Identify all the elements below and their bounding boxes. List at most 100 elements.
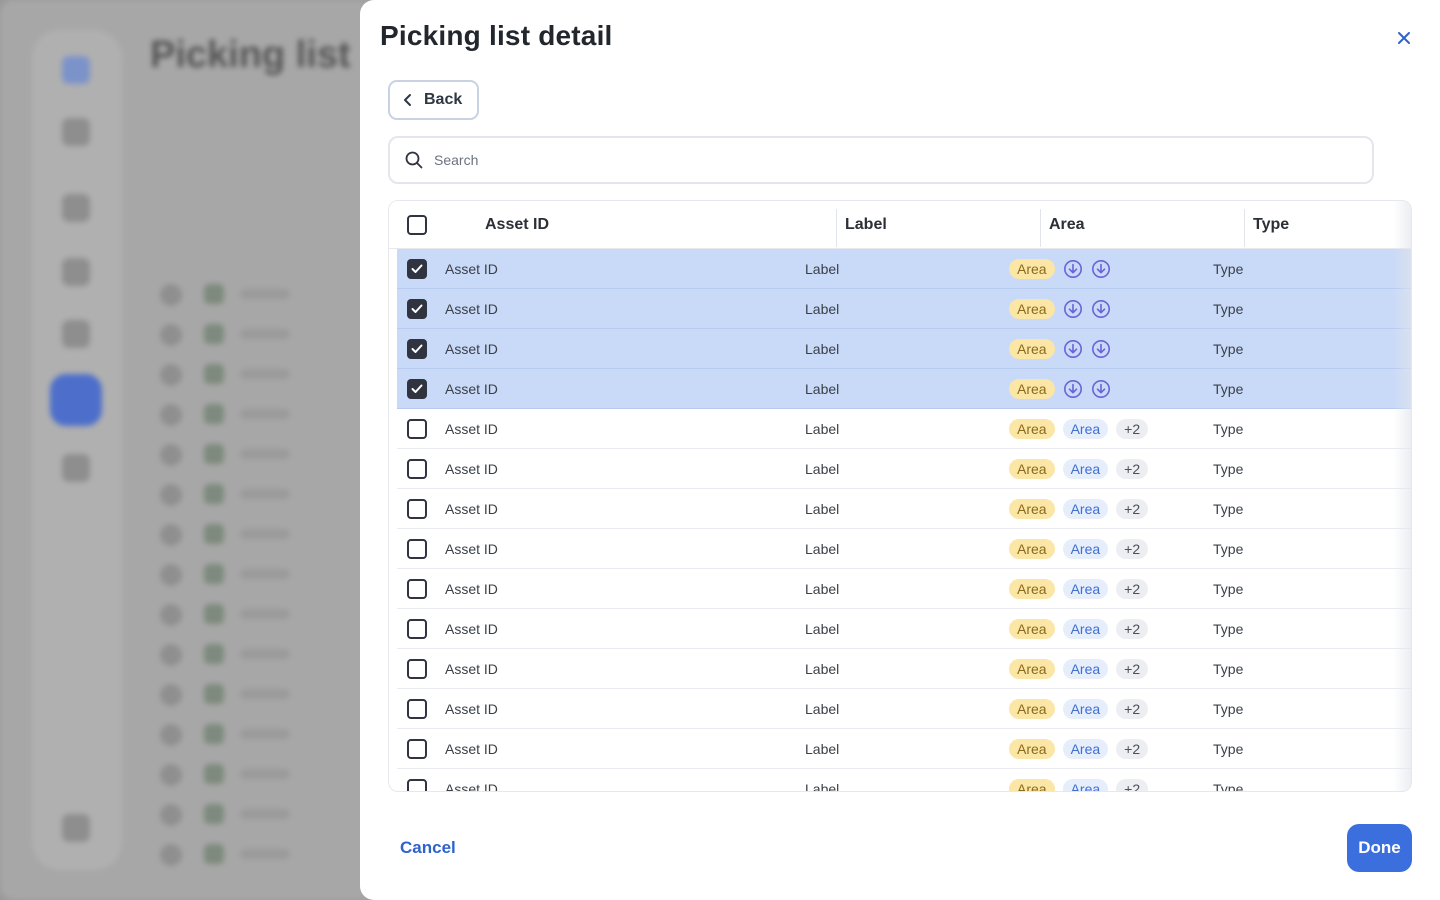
cell-area: Area Area +2: [1009, 449, 1149, 489]
modal-title: Picking list detail: [380, 20, 613, 51]
area-chip: Area: [1009, 579, 1055, 599]
table-row[interactable]: Asset ID Label Area Area +2 Type: [397, 409, 1411, 449]
cell-type: Type: [1213, 301, 1244, 317]
area-chip: Area: [1062, 779, 1109, 791]
search-input[interactable]: [434, 152, 1334, 168]
area-chip: Area: [1009, 379, 1055, 399]
select-all-checkbox[interactable]: [407, 215, 427, 235]
arrow-down-circle-icon[interactable]: [1063, 299, 1083, 319]
row-checkbox[interactable]: [407, 739, 427, 759]
area-chip: Area: [1009, 299, 1055, 319]
row-checkbox[interactable]: [407, 259, 427, 279]
more-areas-chip[interactable]: +2: [1116, 699, 1149, 719]
arrow-down-circle-icon[interactable]: [1063, 379, 1083, 399]
column-divider[interactable]: [836, 209, 837, 247]
row-select-cell: [407, 689, 427, 729]
cell-asset-id: Asset ID: [445, 581, 498, 597]
more-areas-chip[interactable]: +2: [1116, 499, 1149, 519]
cell-area: Area Area +2: [1009, 689, 1149, 729]
background-sidebar: [32, 30, 122, 870]
arrow-down-circle-icon[interactable]: [1091, 379, 1111, 399]
more-areas-chip[interactable]: +2: [1116, 779, 1149, 791]
more-areas-chip[interactable]: +2: [1116, 619, 1149, 639]
row-checkbox[interactable]: [407, 699, 427, 719]
arrow-down-circle-icon[interactable]: [1091, 259, 1111, 279]
column-header-label[interactable]: Label: [845, 201, 887, 249]
close-icon: [1398, 32, 1410, 44]
row-checkbox[interactable]: [407, 579, 427, 599]
cell-asset-id: Asset ID: [445, 421, 498, 437]
row-checkbox[interactable]: [407, 619, 427, 639]
asset-table: Asset ID Label Area Type Asset ID Label Ar…: [388, 200, 1412, 792]
table-row[interactable]: Asset ID Label Area Area +2 Type: [397, 489, 1411, 529]
table-row[interactable]: Asset ID Label Area Area +2 Type: [397, 729, 1411, 769]
cell-area: Area Area +2: [1009, 409, 1149, 449]
cell-label: Label: [805, 261, 840, 277]
row-checkbox[interactable]: [407, 419, 427, 439]
column-divider[interactable]: [1040, 209, 1041, 247]
column-divider[interactable]: [1244, 209, 1245, 247]
area-chip: Area: [1009, 739, 1055, 759]
cell-asset-id: Asset ID: [445, 261, 498, 277]
table-row[interactable]: Asset ID Label Area Area +2 Type: [397, 769, 1411, 791]
cell-label: Label: [805, 301, 840, 317]
check-icon: [411, 264, 423, 273]
table-row[interactable]: Asset ID Label Area Type: [397, 369, 1411, 409]
search-field[interactable]: [388, 136, 1374, 184]
area-chip: Area: [1062, 699, 1109, 719]
more-areas-chip[interactable]: +2: [1116, 659, 1149, 679]
close-button[interactable]: [1390, 24, 1418, 52]
row-select-cell: [407, 769, 427, 791]
table-row[interactable]: Asset ID Label Area Area +2 Type: [397, 569, 1411, 609]
row-checkbox[interactable]: [407, 539, 427, 559]
row-checkbox[interactable]: [407, 779, 427, 791]
more-areas-chip[interactable]: +2: [1116, 739, 1149, 759]
row-checkbox[interactable]: [407, 339, 427, 359]
more-areas-chip[interactable]: +2: [1116, 419, 1149, 439]
cell-label: Label: [805, 541, 840, 557]
area-chip: Area: [1009, 459, 1055, 479]
table-row[interactable]: Asset ID Label Area Area +2 Type: [397, 649, 1411, 689]
cell-label: Label: [805, 501, 840, 517]
column-header-type[interactable]: Type: [1253, 201, 1289, 249]
table-row[interactable]: Asset ID Label Area Area +2 Type: [397, 449, 1411, 489]
cell-type: Type: [1213, 501, 1244, 517]
done-button[interactable]: Done: [1347, 824, 1412, 872]
arrow-down-circle-icon[interactable]: [1063, 339, 1083, 359]
background-nav-icon: [62, 320, 90, 348]
column-header-asset-id[interactable]: Asset ID: [485, 201, 549, 249]
arrow-down-circle-icon[interactable]: [1063, 259, 1083, 279]
table-row[interactable]: Asset ID Label Area Area +2 Type: [397, 689, 1411, 729]
more-areas-chip[interactable]: +2: [1116, 579, 1149, 599]
arrow-down-circle-icon[interactable]: [1091, 339, 1111, 359]
row-checkbox[interactable]: [407, 299, 427, 319]
table-row[interactable]: Asset ID Label Area Area +2 Type: [397, 609, 1411, 649]
cell-type: Type: [1213, 661, 1244, 677]
row-select-cell: [407, 729, 427, 769]
back-button[interactable]: Back: [388, 80, 479, 120]
table-row[interactable]: Asset ID Label Area Type: [397, 329, 1411, 369]
more-areas-chip[interactable]: +2: [1116, 459, 1149, 479]
table-row[interactable]: Asset ID Label Area Type: [397, 289, 1411, 329]
cell-area: Area: [1009, 249, 1111, 289]
row-checkbox[interactable]: [407, 659, 427, 679]
table-header: Asset ID Label Area Type: [389, 201, 1411, 249]
row-checkbox[interactable]: [407, 459, 427, 479]
cancel-button[interactable]: Cancel: [400, 838, 456, 858]
cell-area: Area: [1009, 369, 1111, 409]
row-checkbox[interactable]: [407, 379, 427, 399]
cell-area: Area: [1009, 329, 1111, 369]
table-row[interactable]: Asset ID Label Area Area +2 Type: [397, 529, 1411, 569]
cell-asset-id: Asset ID: [445, 541, 498, 557]
row-checkbox[interactable]: [407, 499, 427, 519]
cell-label: Label: [805, 421, 840, 437]
area-chip: Area: [1062, 659, 1109, 679]
more-areas-chip[interactable]: +2: [1116, 539, 1149, 559]
background-row: [160, 522, 360, 546]
column-header-area[interactable]: Area: [1049, 201, 1085, 249]
area-chip: Area: [1062, 579, 1109, 599]
chevron-left-icon: [404, 94, 411, 106]
background-nav-icon: [62, 56, 90, 84]
arrow-down-circle-icon[interactable]: [1091, 299, 1111, 319]
table-row[interactable]: Asset ID Label Area Type: [397, 249, 1411, 289]
